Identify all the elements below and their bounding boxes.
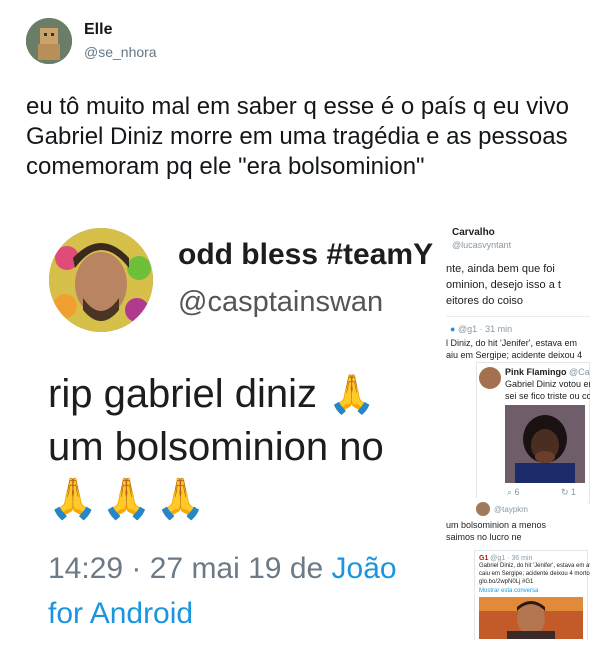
embedded-client-android: for Android xyxy=(48,597,194,630)
embedded-time: 14:29 · 27 mai 19 de xyxy=(48,552,332,585)
collage-spacer xyxy=(446,362,474,502)
embedded-timestamp: 14:29 · 27 mai 19 de João xyxy=(48,552,397,586)
collage-pink-text-2: sei se fico triste ou comemoro xyxy=(505,391,590,401)
collage-bottom-photo xyxy=(479,597,583,639)
collage-bottom-g1-text-1: Gabriel Diniz, do hit 'Jenifer', estava … xyxy=(479,563,590,569)
collage-bottom-line-1: um bolsominion a menos xyxy=(446,520,547,530)
collage-g1-meta: ● @g1 · 31 min xyxy=(450,324,512,335)
collage-count-1: 6 xyxy=(514,487,520,497)
collage-top-line-2: ominion, desejo isso a t xyxy=(446,279,561,291)
collage-pink-name-text: Pink Flamingo xyxy=(505,367,567,377)
collage-g1-line: @g1 · 31 min xyxy=(457,324,513,334)
collage-bottom-show-conversation: Mostrar esta conversa xyxy=(479,588,539,594)
tweet-text: eu tô muito mal em saber q esse é o país… xyxy=(26,93,569,180)
embedded-line-1: rip gabriel diniz xyxy=(48,372,318,416)
collage-pink-avatar xyxy=(479,367,501,389)
collage-bottom-g1-text-3: glo.bo/2wpN0Lj #G1 xyxy=(479,579,534,585)
collage-top-line-1: nte, ainda bem que foi xyxy=(446,263,555,275)
collage-top-handle: @lucasvyntant xyxy=(452,240,512,250)
collage-pink-tweet: Pink Flamingo @Carla718333 Gabriel Diniz… xyxy=(476,362,590,504)
collage-count-2: 1 xyxy=(571,487,577,497)
embedded-screenshot-collage[interactable]: Carvalho @lucasvyntant nte, ainda bem qu… xyxy=(446,220,590,640)
collage-divider xyxy=(446,316,590,317)
praying-hands-icon: 🙏 xyxy=(328,374,376,416)
embedded-display-name: odd bless #teamY xyxy=(178,238,434,271)
collage-retweet-count: ↻ 1 xyxy=(561,487,577,497)
collage-g1-text-2: aiu em Sergipe; acidente deixou 4 xyxy=(446,350,583,360)
avatar[interactable] xyxy=(26,18,72,64)
embedded-avatar xyxy=(49,228,153,332)
praying-hands-row-icon: 🙏🙏🙏 xyxy=(48,477,210,521)
collage-top-line-3: eitores do coiso xyxy=(446,295,524,307)
collage-bottom-quote: G1 @g1 · 36 min Gabriel Diniz, do hit 'J… xyxy=(474,550,590,640)
embedded-client-link: João xyxy=(331,552,397,585)
display-name[interactable]: Elle xyxy=(84,21,112,39)
collage-pink-handle: @Carla718333 xyxy=(569,367,590,377)
collage-crying-photo xyxy=(505,405,585,483)
collage-top-name: Carvalho xyxy=(452,227,495,238)
embedded-tweet-text: rip gabriel diniz 🙏 um bolsominion no xyxy=(48,368,384,473)
embedded-screenshot-main[interactable]: odd bless #teamY @casptainswan rip gabri… xyxy=(26,220,446,640)
collage-bottom-g1-text-2: caiu em Sergipe; acidente deixou 4 morto… xyxy=(479,571,590,577)
collage-bottom-avatar xyxy=(476,502,490,516)
collage-bottom-handle: @taypkm xyxy=(494,505,528,514)
collage-reply-count: ⌕ 6 xyxy=(507,487,520,497)
collage-bottom-line-2: saimos no lucro ne xyxy=(446,532,522,542)
collage-pink-name: Pink Flamingo @Carla718333 xyxy=(505,367,590,378)
tweet-media[interactable]: odd bless #teamY @casptainswan rip gabri… xyxy=(26,220,590,640)
embedded-handle: @casptainswan xyxy=(178,286,384,318)
user-handle[interactable]: @se_nhora xyxy=(84,44,157,60)
embedded-line-2: um bolsominion no xyxy=(48,425,384,469)
collage-g1-text-1: l Diniz, do hit 'Jenifer', estava em xyxy=(446,338,577,348)
collage-bottom-g1-name: G1 xyxy=(479,555,489,562)
collage-pink-text-1: Gabriel Diniz votou em Bolson xyxy=(505,379,590,389)
verified-icon: ● xyxy=(450,324,456,334)
collage-bottom-g1-time: @g1 · 36 min xyxy=(490,555,533,562)
